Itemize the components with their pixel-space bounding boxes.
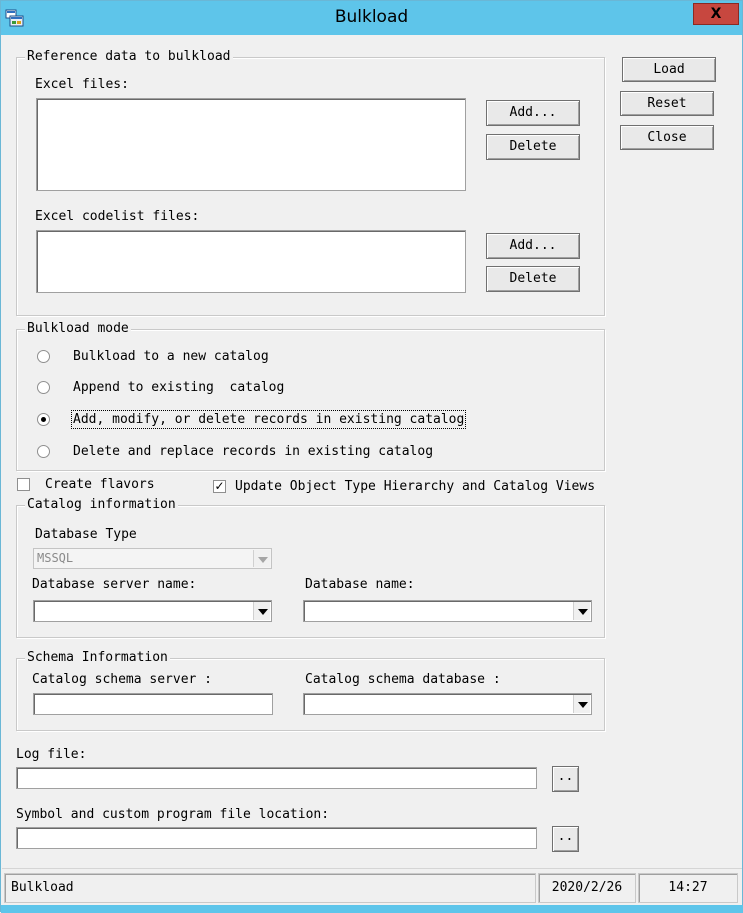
status-bar: Bulkload 2020/2/26 14:27 (2, 868, 742, 904)
create-flavors-checkbox[interactable] (17, 478, 30, 491)
load-label: Load (653, 62, 685, 77)
reset-button[interactable]: Reset (620, 91, 714, 116)
database-type-value: MSSQL (37, 551, 74, 565)
excel-files-add-button[interactable]: Add... (486, 100, 580, 126)
codelist-files-label: Excel codelist files: (35, 209, 200, 224)
database-type-label: Database Type (35, 527, 137, 542)
close-button[interactable]: Close (620, 125, 714, 150)
log-file-input[interactable] (16, 767, 537, 789)
database-server-label: Database server name: (32, 577, 197, 592)
reset-label: Reset (647, 96, 687, 111)
mode-radio-modify[interactable] (37, 413, 50, 426)
chevron-down-icon[interactable] (253, 602, 270, 620)
window-title: Bulkload (334, 7, 409, 27)
symbol-location-input[interactable] (16, 827, 537, 849)
log-file-browse-button[interactable]: .. (552, 766, 579, 792)
catalog-information-legend: Catalog information (25, 497, 178, 512)
bulkload-mode-legend: Bulkload mode (25, 321, 131, 336)
codelist-files-add-button[interactable]: Add... (486, 233, 580, 259)
codelist-files-delete-button[interactable]: Delete (486, 266, 580, 292)
catalog-schema-server-input[interactable] (33, 693, 273, 715)
chevron-down-icon[interactable] (573, 602, 590, 620)
log-file-label: Log file: (16, 747, 87, 762)
create-flavors-label[interactable]: Create flavors (45, 477, 155, 492)
excel-files-list[interactable] (36, 98, 466, 191)
database-name-label: Database name: (305, 577, 415, 592)
excel-files-delete-button[interactable]: Delete (486, 134, 580, 160)
mode-option-replace[interactable]: Delete and replace records in existing c… (73, 444, 433, 459)
mode-option-append[interactable]: Append to existing catalog (73, 380, 284, 395)
schema-information-legend: Schema Information (25, 650, 170, 665)
close-label: Close (647, 130, 687, 145)
excel-files-label: Excel files: (35, 77, 129, 92)
update-hierarchy-label[interactable]: Update Object Type Hierarchy and Catalog… (235, 479, 595, 494)
status-time: 14:27 (638, 873, 738, 903)
status-text: Bulkload (4, 873, 536, 903)
status-date: 2020/2/26 (538, 873, 636, 903)
window-close-button[interactable]: X (693, 3, 739, 25)
catalog-schema-database-label: Catalog schema database : (305, 672, 501, 687)
database-server-select[interactable] (33, 600, 272, 622)
title-bar: Bulkload (1, 1, 742, 35)
bulkload-window: Bulkload X Load Reset Close Reference da… (0, 0, 743, 913)
chevron-down-icon[interactable] (573, 695, 590, 713)
update-hierarchy-checkbox[interactable]: ✓ (213, 480, 226, 493)
mode-radio-append[interactable] (37, 381, 50, 394)
mode-radio-new-catalog[interactable] (37, 350, 50, 363)
chevron-down-icon (253, 550, 270, 567)
database-type-select: MSSQL (33, 548, 272, 569)
codelist-files-list[interactable] (36, 230, 466, 293)
catalog-schema-server-label: Catalog schema server : (32, 672, 213, 687)
symbol-location-browse-button[interactable]: .. (552, 826, 579, 852)
reference-data-legend: Reference data to bulkload (25, 49, 233, 64)
mode-option-modify[interactable]: Add, modify, or delete records in existi… (70, 410, 467, 429)
symbol-location-label: Symbol and custom program file location: (16, 807, 330, 822)
mode-option-new-catalog[interactable]: Bulkload to a new catalog (73, 349, 269, 364)
catalog-schema-database-select[interactable] (303, 693, 592, 715)
mode-radio-replace[interactable] (37, 445, 50, 458)
database-name-select[interactable] (303, 600, 592, 622)
load-button[interactable]: Load (622, 57, 716, 82)
